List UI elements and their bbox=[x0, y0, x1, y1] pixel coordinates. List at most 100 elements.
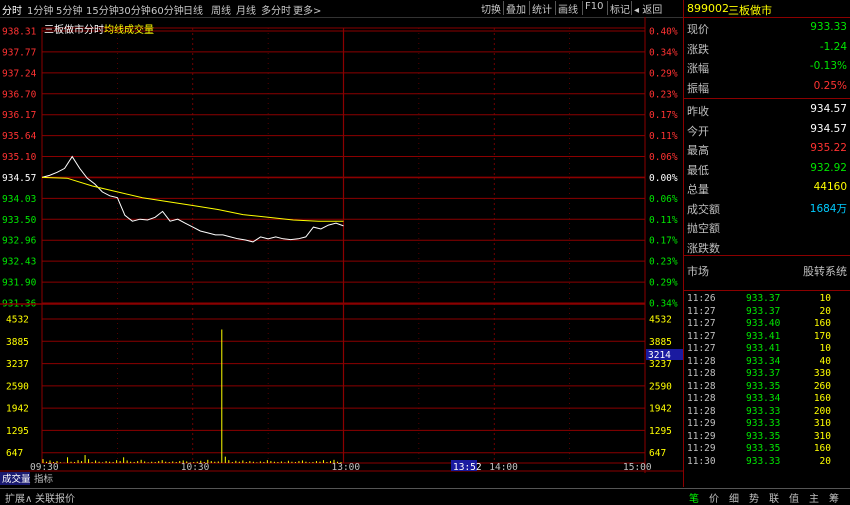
quote-value: 934.57 bbox=[810, 103, 847, 115]
price-tick-label: 933.50 bbox=[2, 215, 37, 226]
quote-value: 934.57 bbox=[810, 122, 847, 135]
period-tab-4[interactable]: 30分钟 bbox=[118, 2, 151, 17]
quote-label: 涨幅 bbox=[687, 62, 709, 75]
volume-tick-label-right: 4532 bbox=[649, 315, 672, 326]
security-name: 三板做市 bbox=[728, 4, 772, 17]
panel-tab-3[interactable]: 势 bbox=[749, 490, 759, 505]
period-tab-1[interactable]: 1分钟 bbox=[27, 2, 53, 17]
security-code: 899002 bbox=[687, 2, 729, 15]
price-tick-label: 934.57 bbox=[2, 173, 36, 184]
quote-row: 最高 935.22 bbox=[684, 140, 850, 159]
panel-tab-6[interactable]: 主 bbox=[809, 490, 819, 505]
price-tick-label: 931.90 bbox=[2, 278, 37, 289]
quote-label: 现价 bbox=[687, 23, 709, 36]
price-tick-label: 935.10 bbox=[2, 152, 37, 163]
tick-time: 11:29 bbox=[687, 418, 716, 429]
toolbar-button-0[interactable]: 切换 bbox=[481, 1, 501, 16]
tick-time: 11:29 bbox=[687, 430, 716, 442]
period-tab-9[interactable]: 多分时 bbox=[261, 2, 291, 17]
intraday-chart[interactable]: 938.31 0.40% 937.77 0.34% 937.24 0.29% 936.70 0… bbox=[0, 17, 683, 487]
quote-row: 涨幅 -0.13% bbox=[684, 58, 850, 77]
volume-tick-label: 1295 bbox=[6, 426, 29, 437]
tick-price: 933.33 bbox=[746, 418, 781, 429]
tick-time: 11:27 bbox=[687, 343, 716, 354]
divider bbox=[684, 98, 850, 99]
tick-volume: 310 bbox=[813, 430, 831, 442]
pct-tick-label: 0.00% bbox=[649, 173, 678, 184]
chart-svg[interactable]: 938.31 0.40% 937.77 0.34% 937.24 0.29% 936.70 0… bbox=[0, 17, 683, 487]
period-tab-8[interactable]: 月线 bbox=[236, 2, 256, 17]
toolbar-button-1[interactable]: 叠加 bbox=[506, 1, 526, 16]
tick-row: 11:29 933.35 310 bbox=[684, 431, 850, 444]
quote-value: 1684万 bbox=[809, 202, 847, 215]
tick-price: 933.35 bbox=[746, 380, 781, 392]
period-tab-6[interactable]: 日线 bbox=[183, 2, 203, 17]
quote-row: 总量 44160 bbox=[684, 179, 850, 198]
panel-tab-0[interactable]: 笔 bbox=[689, 490, 699, 505]
tick-volume: 310 bbox=[813, 418, 831, 429]
quote-row: 抛空额 bbox=[684, 218, 850, 237]
tick-price: 933.35 bbox=[746, 443, 781, 454]
panel-tab-2[interactable]: 细 bbox=[729, 490, 739, 505]
price-tick-label: 936.70 bbox=[2, 89, 37, 100]
tick-volume: 160 bbox=[813, 393, 831, 404]
quote-label: 抛空额 bbox=[687, 222, 720, 235]
tick-volume: 260 bbox=[813, 380, 831, 392]
price-tick-label: 935.64 bbox=[2, 131, 37, 142]
tick-row: 11:28 933.33 200 bbox=[684, 406, 850, 419]
panel-tab-1[interactable]: 价 bbox=[709, 490, 719, 505]
period-tab-0[interactable]: 分时 bbox=[2, 2, 22, 17]
legend-avg: 均线 bbox=[104, 23, 124, 36]
toolbar-button-2[interactable]: 统计 bbox=[532, 1, 552, 16]
price-tick-label: 932.96 bbox=[2, 236, 37, 247]
related-quotes-tab[interactable]: 关联报价 bbox=[32, 490, 78, 505]
indicator-tab[interactable]: 指标 bbox=[34, 473, 54, 485]
tick-volume: 20 bbox=[819, 455, 831, 467]
market-label: 市场 bbox=[687, 265, 709, 278]
quote-row: 最低 932.92 bbox=[684, 160, 850, 179]
tick-volume: 330 bbox=[813, 368, 831, 379]
bottom-bar: 扩展∧ 关联报价 笔价细势联值主筹 bbox=[0, 488, 850, 505]
quote-row: 昨收 934.57 bbox=[684, 101, 850, 120]
toolbar-button-6[interactable]: ◂ 返回 bbox=[634, 1, 662, 16]
toolbar-button-3[interactable]: 画线 bbox=[558, 1, 578, 16]
period-tab-2[interactable]: 5分钟 bbox=[56, 2, 82, 17]
quote-label: 涨跌数 bbox=[687, 241, 720, 255]
panel-tab-4[interactable]: 联 bbox=[769, 490, 779, 505]
tick-volume: 10 bbox=[819, 293, 831, 304]
tick-time: 11:28 bbox=[687, 355, 716, 367]
time-axis-label: 09:30 bbox=[30, 462, 59, 473]
panel-tab-5[interactable]: 值 bbox=[789, 490, 799, 505]
volume-tab[interactable]: 成交量 bbox=[2, 473, 31, 485]
price-tick-label: 938.31 bbox=[2, 27, 37, 38]
quote-row: 今开 934.57 bbox=[684, 121, 850, 140]
time-axis-label: 14:00 bbox=[489, 462, 518, 473]
market-value: 股转系统 bbox=[803, 265, 847, 278]
tick-time: 11:28 bbox=[687, 405, 716, 417]
quote-value: -0.13% bbox=[809, 60, 847, 72]
pct-tick-label: 0.11% bbox=[649, 215, 678, 226]
panel-tab-7[interactable]: 筹 bbox=[829, 490, 839, 505]
time-cursor-label: 13:52 bbox=[453, 462, 482, 473]
tick-row: 11:27 933.41 10 bbox=[684, 343, 850, 356]
market-row: 市场 股转系统 bbox=[684, 261, 850, 279]
tick-price: 933.37 bbox=[746, 368, 781, 379]
volume-tick-label-right: 3885 bbox=[649, 337, 672, 348]
tick-price: 933.40 bbox=[746, 318, 781, 329]
period-tab-5[interactable]: 60分钟 bbox=[151, 2, 184, 17]
quote-panel: 899002 三板做市 现价 933.33 涨跌 -1.24 涨幅 -0.13% 振幅 0.2… bbox=[683, 0, 850, 487]
toolbar-separator bbox=[503, 1, 504, 15]
price-tick-label: 934.03 bbox=[2, 194, 36, 205]
toolbar-button-5[interactable]: 标记 bbox=[610, 1, 630, 16]
legend-volume: 成交量 bbox=[124, 23, 154, 36]
quote-label: 最高 bbox=[687, 144, 709, 157]
period-tab-7[interactable]: 周线 bbox=[211, 2, 231, 17]
volume-tick-label: 3237 bbox=[6, 359, 29, 370]
quote-label: 总量 bbox=[687, 183, 709, 196]
period-tab-3[interactable]: 15分钟 bbox=[86, 2, 119, 17]
toolbar-button-4[interactable]: F10 bbox=[585, 1, 603, 12]
toolbar-separator bbox=[529, 1, 530, 15]
quote-row: 涨跌 -1.24 bbox=[684, 39, 850, 58]
expand-tab[interactable]: 扩展∧ bbox=[2, 490, 35, 505]
period-tab-10[interactable]: 更多> bbox=[293, 2, 321, 17]
